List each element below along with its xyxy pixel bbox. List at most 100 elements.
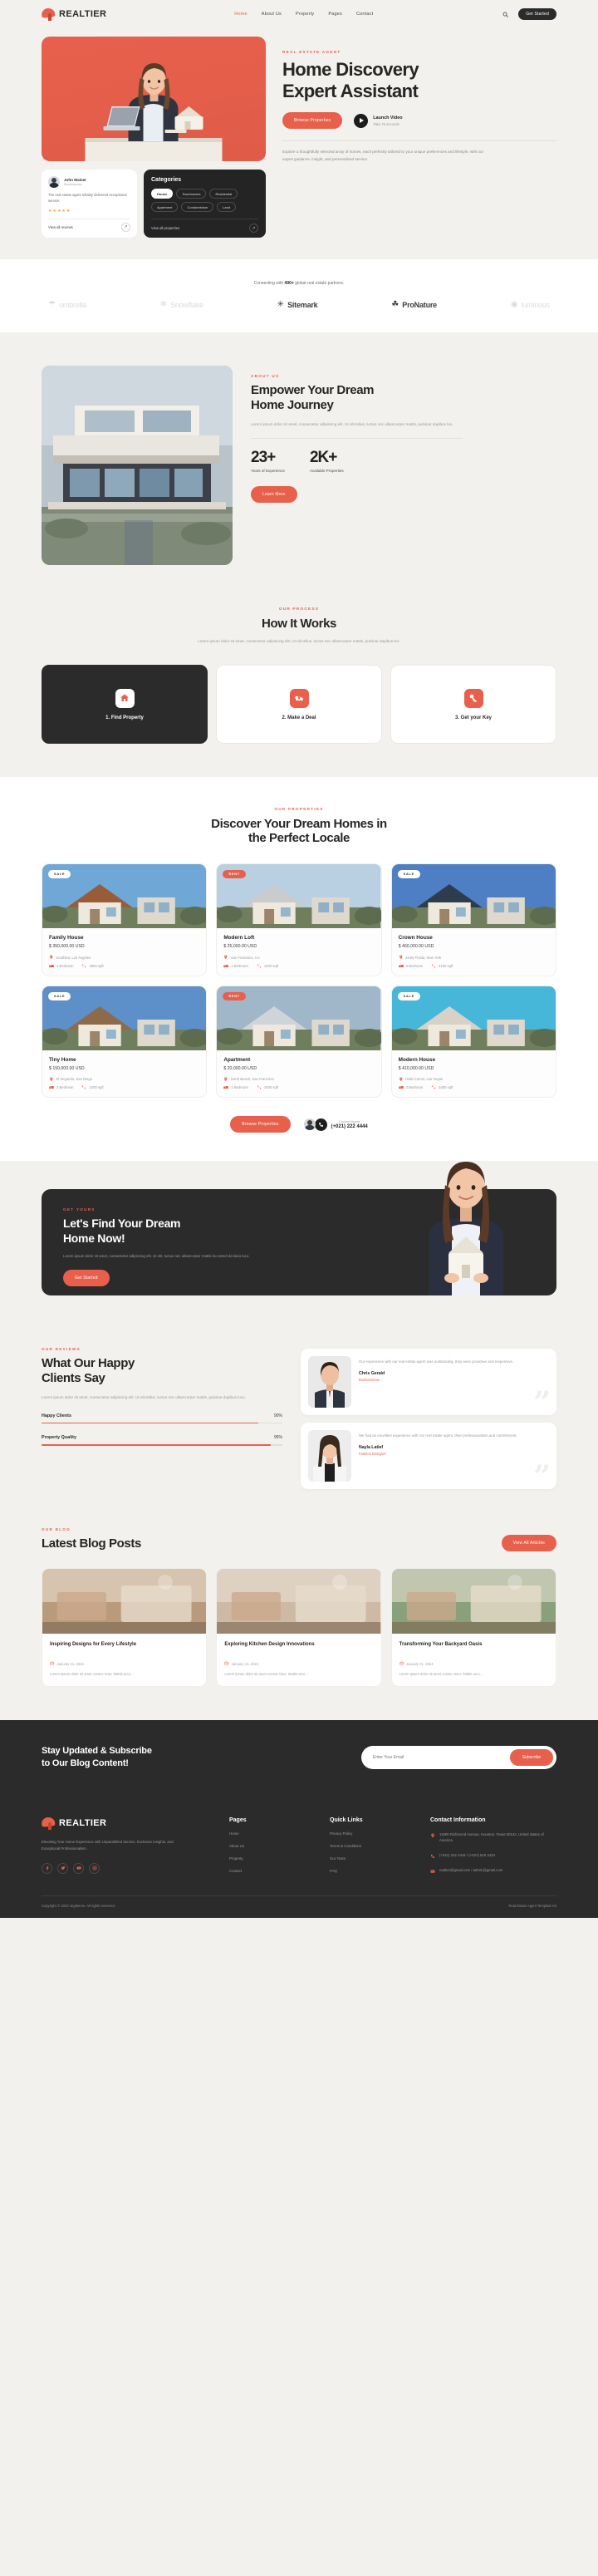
blog-card[interactable]: Exploring Kitchen Design Innovations Janu… [216,1568,382,1688]
chip-townhouses[interactable]: Townhouses [176,189,207,199]
view-all-articles-button[interactable]: View All Articles [501,1535,556,1552]
contact-phone[interactable]: (+021) 222 4444 / (+021) 515 3434 [430,1853,556,1859]
property-price: $ 150,000.00 USD [49,1065,85,1071]
chip-land[interactable]: Land [217,202,237,212]
property-card[interactable]: RENT Apartment $ 20,000.00 USD North Beach,… [216,985,382,1099]
stat-value: 2K+ [309,449,337,467]
reviewer-name: John Mainer [64,178,87,182]
arrow-up-right-icon[interactable]: ↗ [249,224,258,233]
learn-more-button[interactable]: Learn More [251,486,297,504]
step-get-your-key[interactable]: 3. Get your Key [390,665,556,745]
youtube-icon[interactable] [73,1862,84,1874]
categories-footer[interactable]: View all properties ↗ [151,224,258,233]
step-make-a-deal[interactable]: 2. Make a Deal [216,665,382,745]
view-all-reviews-link[interactable]: View all reviews [48,225,73,229]
footer-logo[interactable]: REALTIER [41,1816,208,1830]
property-card[interactable]: SALE Family House $ 350,000.00 USD Southlea… [42,863,208,976]
blog-body: Inspiring Designs for Every Lifestyle Jan… [42,1634,206,1686]
browse-properties-button[interactable]: Browse Properties [230,1116,291,1133]
chip-apartment[interactable]: Apartment [151,202,179,212]
bedrooms-text: 1 Bedroom [231,1085,248,1090]
facebook-icon[interactable] [42,1862,52,1874]
testimonial-quote: Our experience with our real estate agen… [359,1359,514,1364]
property-price: $ 410,000.00 USD [398,1065,434,1071]
nav-item-pages[interactable]: Pages [328,12,342,17]
properties-title-line2: the Perfect Locale [248,831,350,846]
footer-link-property[interactable]: Property [229,1856,308,1861]
testimonial-quote: We had an excellent experience with our … [359,1433,517,1438]
partner-name: umbrella [58,301,86,309]
footer-link-privacy[interactable]: Privacy Policy [330,1831,409,1836]
blog-section: OUR BLOG Latest Blog Posts View All Arti… [0,1489,598,1720]
launch-video[interactable]: Launch Video Take 75 seconds [354,113,403,128]
instagram-icon[interactable] [89,1862,100,1874]
property-card[interactable]: SALE Modern House $ 410,000.00 USD Halls Co… [390,985,556,1099]
blog-title: Inspiring Designs for Every Lifestyle [50,1642,137,1648]
footer-link-about[interactable]: About Us [229,1844,308,1848]
video-duration: Take 75 seconds [373,121,399,126]
avatar [48,176,60,188]
stat-experience: 23+ Years of Experience [251,449,285,473]
reviewer: John Mainer Businessman [48,176,130,188]
footer-link-contact[interactable]: Contact [229,1869,308,1873]
realtier-logo-icon [41,1816,56,1830]
browse-properties-button[interactable]: Browse Properties [282,112,343,130]
property-card[interactable]: SALE Tiny Home $ 150,000.00 USD El Segundo,… [42,985,208,1099]
about-section: ABOUT US Empower Your Dream Home Journey… [0,332,598,565]
contact-email[interactable]: realtier@gmail.com / admin@gmail.com [430,1868,556,1874]
blog-card[interactable]: Transforming Your Backyard Oasis January … [390,1568,556,1688]
reviews-title-line1: What Our Happy [42,1356,135,1371]
nav-item-property[interactable]: Property [296,12,314,17]
blog-body: Exploring Kitchen Design Innovations Janu… [217,1634,380,1686]
footer-link-terms[interactable]: Terms & Conditions [330,1844,409,1848]
cta-section: GET YOURS Let's Find Your Dream Home Now… [0,1161,598,1296]
divider [282,140,556,142]
footer-link-home[interactable]: Home [229,1831,308,1836]
testimonial-role: Fashion Designer [359,1452,386,1457]
nav-item-home[interactable]: Home [234,12,247,17]
cta-title-line2: Home Now! [63,1231,125,1245]
blog-card[interactable]: Inspiring Designs for Every Lifestyle Jan… [42,1568,208,1688]
mail-icon [430,1869,435,1873]
footer-heading: Pages [229,1816,247,1823]
review-footer[interactable]: View all reviews ↗ [48,222,130,232]
arrow-up-right-icon[interactable]: ↗ [121,222,130,232]
chip-house[interactable]: House [151,189,174,199]
get-started-button[interactable]: Get Started [518,8,556,20]
property-area: 3400 sqft [431,1085,453,1089]
search-icon[interactable] [501,10,510,19]
property-image: SALE [391,864,556,929]
property-card[interactable]: RENT Modern Loft $ 25,000.00 USD San Franci… [216,863,382,976]
review-text: The real estate agent reliably delivered… [48,193,127,203]
property-tag: SALE [48,870,71,879]
chip-residential[interactable]: Residential [209,189,238,199]
property-bedrooms: 1 Bedroom [223,1085,248,1089]
property-location-text: El Segundo, San Diego [56,1077,93,1082]
email-input[interactable] [373,1754,510,1760]
bedrooms-text: 2 Bedroom [231,963,248,968]
property-card[interactable]: SALE Crown House $ 460,000.00 USD Smity Fie… [390,863,556,976]
step-find-property[interactable]: 1. Find Property [42,665,208,745]
nav-item-about[interactable]: About Us [262,12,282,17]
logo[interactable]: REALTIER [41,7,106,21]
twitter-icon[interactable] [57,1862,68,1874]
properties-title-line1: Discover Your Dream Homes in [211,817,387,832]
partners-lead: Connecting with 400+ global real estate … [42,281,556,286]
get-started-button[interactable]: Get Started [63,1269,110,1286]
hero-right: REAL ESTATE AGENT Home Discovery Expert … [282,37,556,163]
reviews-eyebrow: OUR REVIEWS [42,1347,81,1352]
contact-agent[interactable]: Contact Agent (+021) 222 4444 [303,1118,368,1131]
phone-icon[interactable] [314,1118,327,1131]
footer-link-our-team[interactable]: Our Team [330,1856,409,1861]
subscribe-button[interactable]: Subscribe [509,1748,553,1766]
partner-logo-snowflake: ❄ Snowflake [160,301,203,310]
cta-description: Lorem ipsum dolor sit amet, consectetur … [63,1253,250,1258]
footer-link-faq[interactable]: FAQ [330,1869,409,1873]
chip-condominium[interactable]: Condominium [181,202,214,212]
play-icon[interactable] [354,113,369,128]
footer-column-contact: Contact Information 11900 Richmond Avenu… [430,1817,556,1874]
nav-item-contact[interactable]: Contact [356,12,373,17]
testimonial-role: Businessman [359,1378,380,1383]
umbrella-icon: ☂ [48,300,56,309]
view-all-properties-link[interactable]: View all properties [151,226,179,230]
